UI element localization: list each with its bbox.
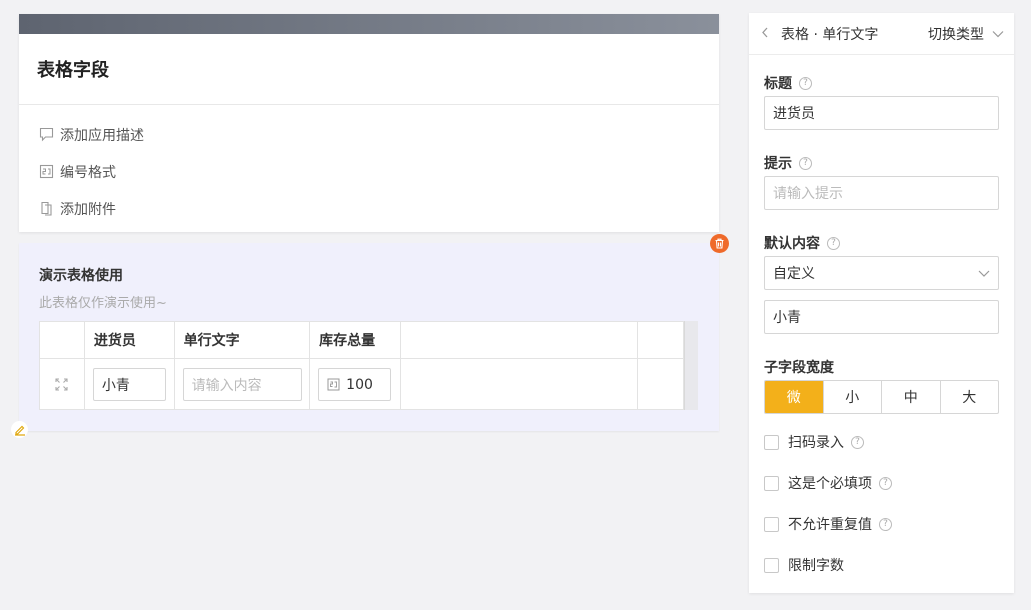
limit-length-checkbox[interactable]: 限制字数 (764, 555, 844, 575)
comment-icon (39, 127, 54, 142)
purchaser-input[interactable]: 小青 (92, 368, 166, 401)
default-value-input[interactable]: 小青 (764, 300, 999, 334)
header-cell-action (638, 322, 683, 358)
help-icon[interactable]: ? (879, 517, 892, 531)
add-description-label: 添加应用描述 (60, 127, 144, 144)
table-row: 小青 请输入内容 100 (40, 359, 683, 410)
header-cell-empty (401, 322, 639, 358)
help-icon[interactable]: ? (827, 236, 840, 250)
expand-icon (55, 378, 68, 391)
table-grid: 进货员 单行文字 库存总量 小青 请输入内容 100 (39, 321, 684, 410)
help-icon[interactable]: ? (799, 76, 812, 90)
no-duplicate-checkbox[interactable]: 不允许重复值 ? (764, 514, 892, 534)
panel-header: 表格 · 单行文字 切换类型 (749, 13, 1014, 55)
width-option-small[interactable]: 小 (824, 381, 882, 413)
chevron-down-icon (992, 31, 1004, 38)
help-icon[interactable]: ? (799, 156, 812, 170)
scan-input-label: 扫码录入 (788, 435, 844, 451)
limit-length-label: 限制字数 (788, 558, 844, 574)
checkbox-box[interactable] (764, 475, 779, 491)
table-field-description: 此表格仅作演示使用~ (39, 296, 167, 311)
add-attachment-button[interactable]: 添加附件 (19, 190, 719, 227)
width-segmented-control: 微 小 中 大 (764, 380, 999, 414)
field-settings-panel: 表格 · 单行文字 切换类型 标题 ? 进货员 提示 ? 请输入提示 默认内容 … (749, 13, 1014, 593)
column-header-purchaser[interactable]: 进货员 (85, 322, 175, 358)
switch-type-label: 切换类型 (928, 27, 984, 43)
default-label-text: 默认内容 (764, 236, 820, 252)
title-input[interactable]: 进货员 (764, 96, 999, 130)
title-label-text: 标题 (764, 76, 792, 92)
help-icon[interactable]: ? (879, 476, 892, 490)
attachment-icon (39, 201, 54, 216)
chevron-down-icon (978, 270, 990, 277)
add-description-button[interactable]: 添加应用描述 (19, 116, 719, 153)
hint-label-text: 提示 (764, 156, 792, 172)
trash-icon (715, 238, 724, 249)
number-format-button[interactable]: 编号格式 (19, 153, 719, 190)
text-input[interactable]: 请输入内容 (182, 368, 302, 401)
form-title[interactable]: 表格字段 (19, 34, 719, 105)
delete-field-button[interactable] (710, 234, 729, 253)
panel-breadcrumb: 表格 · 单行文字 (781, 26, 879, 43)
table-field-title: 演示表格使用 (39, 268, 123, 284)
form-banner (19, 14, 719, 34)
number-icon (327, 378, 340, 391)
switch-type-dropdown[interactable]: 切换类型 (928, 13, 1004, 55)
required-checkbox[interactable]: 这是个必填项 ? (764, 473, 892, 493)
column-header-text[interactable]: 单行文字 (175, 322, 311, 358)
empty-cell (401, 359, 639, 410)
add-attachment-label: 添加附件 (60, 201, 116, 218)
pencil-icon (14, 425, 25, 436)
action-cell (638, 359, 683, 410)
hint-input[interactable]: 请输入提示 (764, 176, 999, 210)
number-format-icon (39, 164, 54, 179)
form-card: 表格字段 添加应用描述 编号格式 添加附件 (19, 14, 719, 232)
text-cell: 请输入内容 (175, 359, 311, 410)
column-header-stock[interactable]: 库存总量 (310, 322, 401, 358)
help-icon[interactable]: ? (851, 435, 864, 449)
width-option-medium[interactable]: 中 (882, 381, 941, 413)
stock-value: 100 (346, 376, 373, 393)
table-field-block[interactable]: 演示表格使用 此表格仅作演示使用~ 进货员 单行文字 库存总量 小青 请输入内容 (19, 243, 719, 431)
width-option-large[interactable]: 大 (941, 381, 999, 413)
checkbox-box[interactable] (764, 434, 779, 450)
form-actions: 添加应用描述 编号格式 添加附件 (19, 105, 719, 227)
number-format-label: 编号格式 (60, 164, 116, 181)
row-handle[interactable] (40, 359, 85, 410)
table-scrollbar[interactable] (684, 321, 698, 410)
default-mode-value: 自定义 (773, 266, 815, 282)
checkbox-box[interactable] (764, 557, 779, 573)
width-label: 子字段宽度 (764, 360, 834, 376)
table-header-row: 进货员 单行文字 库存总量 (40, 322, 683, 359)
title-label: 标题 ? (764, 73, 812, 93)
width-option-micro[interactable]: 微 (765, 381, 824, 413)
scan-input-checkbox[interactable]: 扫码录入 ? (764, 432, 864, 452)
no-duplicate-label: 不允许重复值 (788, 517, 872, 533)
default-label: 默认内容 ? (764, 233, 840, 253)
default-mode-select[interactable]: 自定义 (764, 256, 999, 290)
stock-input[interactable]: 100 (318, 368, 392, 401)
edit-button[interactable] (11, 421, 28, 438)
header-cell-drag (40, 322, 85, 358)
checkbox-box[interactable] (764, 516, 779, 532)
purchaser-cell: 小青 (85, 359, 175, 410)
required-label: 这是个必填项 (788, 476, 872, 492)
stock-cell: 100 (310, 359, 401, 410)
hint-label: 提示 ? (764, 153, 812, 173)
back-icon[interactable] (761, 26, 769, 42)
